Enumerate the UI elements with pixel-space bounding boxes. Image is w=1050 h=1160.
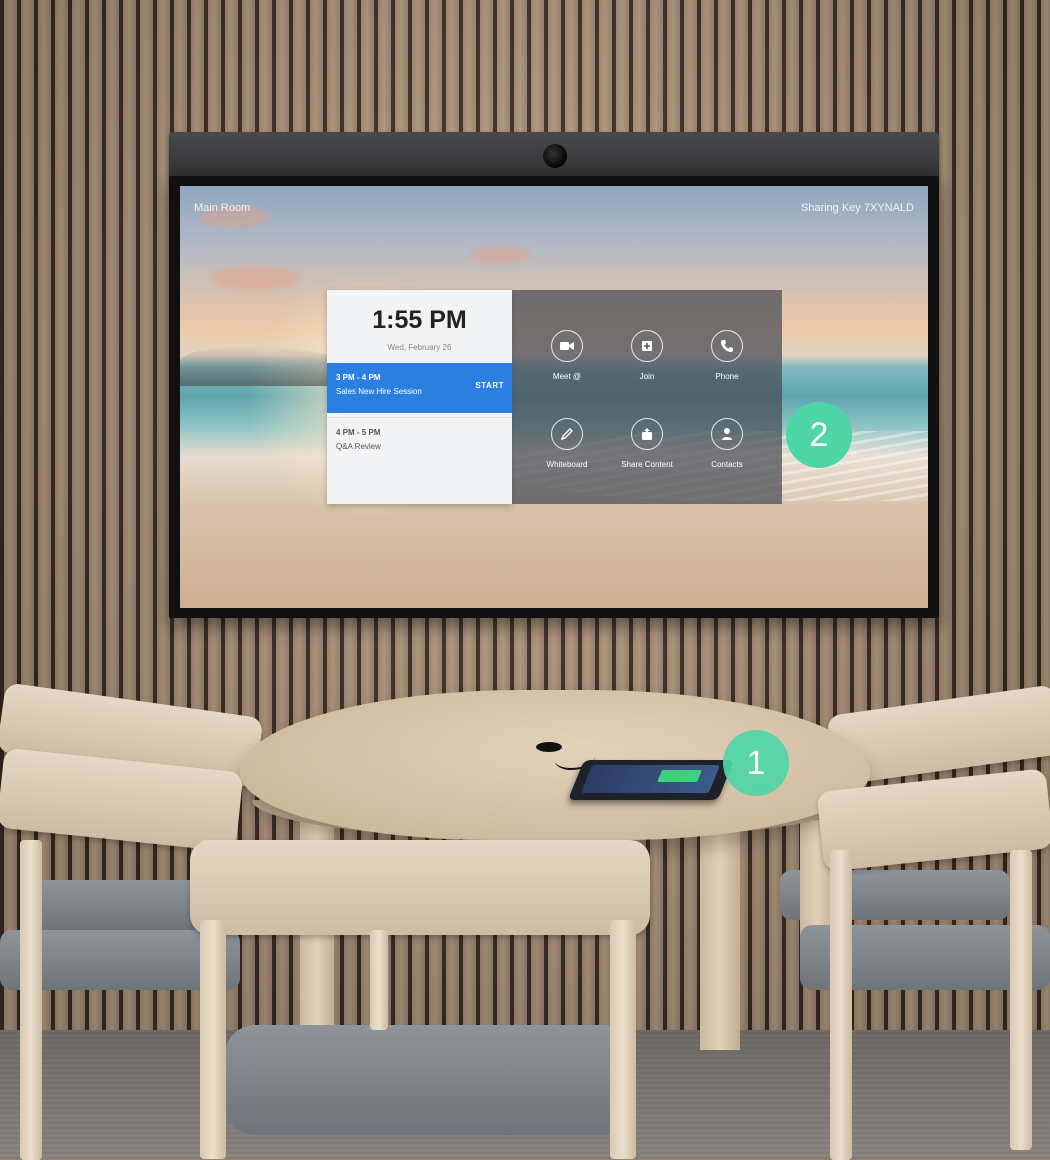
phone-button[interactable]: Phone [687,330,767,381]
person-icon [711,418,743,450]
pen-icon [551,418,583,450]
chair-back [190,840,650,935]
start-button[interactable]: START [475,381,504,390]
callout-badge-1: 1 [723,730,789,796]
chair-post [830,850,852,1160]
action-label: Phone [715,372,739,381]
clock: 1:55 PM [372,306,467,334]
date: Wed, February 26 [387,343,452,352]
whiteboard-button[interactable]: Whiteboard [527,418,607,469]
action-panel: Meet @ Join Phone Whiteboard Share Conte… [512,290,782,504]
touch-controller[interactable] [567,760,735,800]
chair-post [20,840,42,1160]
chair-cushion [225,1025,635,1135]
display: Main Room Sharing Key 7XYNALD 1:55 PM We… [169,176,939,618]
room-name: Main Room [194,202,251,214]
action-label: Share Content [621,460,673,469]
action-label: Contacts [711,460,743,469]
action-label: Meet @ [552,372,582,381]
controller-green-button [657,770,703,782]
share-content-button[interactable]: Share Content [607,418,687,469]
meeting-item[interactable]: 4 PM - 5 PM Q&A Review [327,417,512,467]
meeting-time: 4 PM - 5 PM [336,428,381,437]
chair-post [200,920,226,1159]
chair-post [610,920,636,1159]
meet-button[interactable]: Meet @ [527,330,607,381]
table-leg [700,820,740,1050]
action-label: Whiteboard [546,460,588,469]
cloud [470,246,530,264]
phone-icon [711,330,743,362]
contacts-button[interactable]: Contacts [687,418,767,469]
chair-post [370,930,388,1030]
camera-lens [543,144,567,168]
sharing-key: Sharing Key 7XYNALD [800,202,914,214]
chair-post [1010,850,1032,1150]
meeting-title: Q&A Review [336,442,381,451]
calendar-card: 1:55 PM Wed, February 26 3 PM - 4 PM Sal… [327,290,512,504]
display-screen: Main Room Sharing Key 7XYNALD 1:55 PM We… [180,186,928,608]
video-camera-icon [551,330,583,362]
callout-badge-2: 2 [786,402,852,468]
meeting-item[interactable]: 3 PM - 4 PM Sales New Hire Session START [327,363,512,413]
join-plus-icon [631,330,663,362]
action-label: Join [639,372,655,381]
cloud [210,266,300,290]
join-button[interactable]: Join [607,330,687,381]
share-upload-icon [631,418,663,450]
